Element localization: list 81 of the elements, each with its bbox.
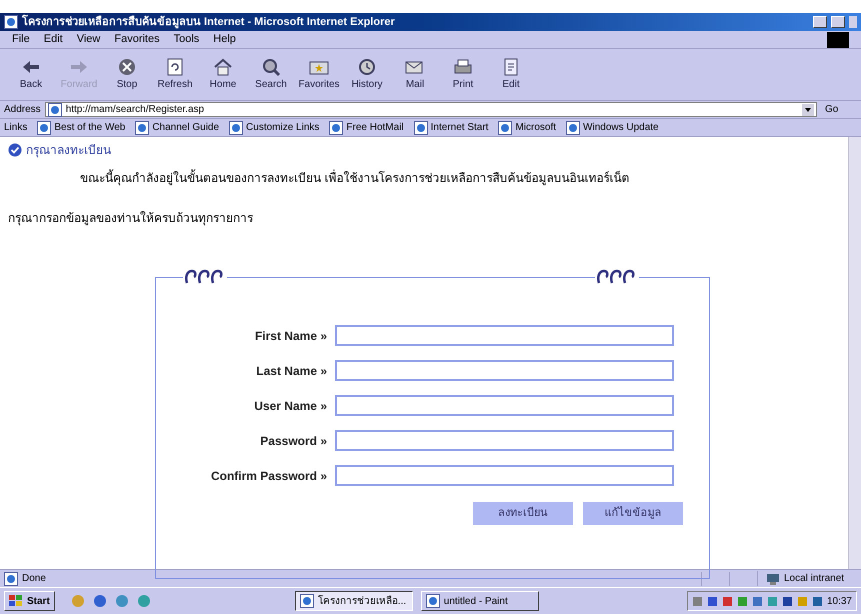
go-button[interactable]: Go: [821, 102, 857, 117]
link-item[interactable]: Best of the Web: [37, 120, 126, 135]
input-field[interactable]: [335, 430, 674, 451]
address-text: http://mam/search/Register.asp: [66, 103, 204, 117]
page-icon: [329, 120, 344, 134]
menu-item[interactable]: File: [12, 31, 30, 48]
quick-launch-icon[interactable]: [114, 594, 129, 608]
toolbar-button[interactable]: Print: [440, 57, 486, 92]
quick-launch-icon[interactable]: [92, 594, 107, 608]
menu-item[interactable]: View: [76, 31, 100, 48]
field-label: Last Name »: [255, 362, 328, 380]
toolbar-button[interactable]: Back: [8, 57, 54, 92]
menu-item[interactable]: Tools: [174, 31, 200, 48]
page-icon: [229, 120, 244, 134]
toolbar-button[interactable]: Mail: [392, 57, 438, 92]
field-label: Confirm Password »: [210, 468, 328, 484]
taskbar-button[interactable]: untitled - Paint: [420, 591, 539, 611]
maximize-button[interactable]: [831, 16, 845, 28]
quick-launch-icon[interactable]: [136, 594, 151, 608]
link-item[interactable]: Internet Start: [414, 120, 488, 135]
dropdown-icon[interactable]: [802, 104, 814, 116]
instruction-text: กรุณากรอกข้อมูลของท่านให้ครบถ้วนทุกรายการ: [8, 210, 254, 227]
page-icon: [135, 120, 150, 134]
page-icon: [48, 102, 62, 116]
input-field[interactable]: [335, 465, 674, 486]
input-field[interactable]: [335, 395, 674, 416]
tray-icon[interactable]: [706, 596, 718, 606]
menu-item[interactable]: Help: [213, 31, 236, 48]
page-icon: [4, 15, 18, 29]
home-icon: [212, 57, 234, 77]
search-icon: [260, 57, 282, 77]
minimize-button[interactable]: [813, 16, 827, 28]
field-label: First Name »: [254, 328, 328, 344]
clock-icon: [356, 57, 378, 77]
input-field[interactable]: [335, 325, 674, 346]
page-icon: [37, 120, 52, 134]
address-label: Address: [4, 103, 41, 117]
link-item[interactable]: Microsoft: [498, 120, 556, 135]
toolbar-button[interactable]: Edit: [488, 57, 534, 92]
tray-icon[interactable]: [722, 596, 733, 606]
toolbar-button[interactable]: Stop: [104, 57, 150, 92]
menu-item[interactable]: Favorites: [114, 31, 160, 48]
form-button[interactable]: ลงทะเบียน: [473, 502, 573, 525]
menu-item[interactable]: Edit: [44, 31, 63, 48]
intro-text: ขณะนี้คุณกำลังอยู่ในขั้นตอนของการลงทะเบียน เพื่อใช้งานโครงการช่วยเหลือการสืบค้นข้อมูลบนอินเทอร์เน็ต: [79, 169, 630, 187]
tray-icon[interactable]: [752, 596, 763, 606]
field-label: User Name »: [253, 398, 328, 414]
status-text: Done: [22, 572, 46, 586]
field-label: Password »: [259, 432, 328, 450]
page-icon: [426, 594, 440, 608]
tray-icon[interactable]: [812, 596, 823, 606]
links-label: Links: [4, 121, 28, 135]
page-icon: [498, 120, 512, 134]
clock: 10:37: [826, 594, 852, 608]
toolbar-button[interactable]: Home: [200, 57, 246, 92]
toolbar-button[interactable]: Favorites: [296, 57, 342, 92]
scrollbar[interactable]: [848, 137, 861, 569]
tray-icon[interactable]: [692, 596, 703, 606]
form-button[interactable]: แก้ไขข้อมูล: [583, 502, 683, 525]
toolbar-button[interactable]: History: [344, 57, 390, 92]
link-item[interactable]: Channel Guide: [135, 120, 220, 135]
page-heading: กรุณาลงทะเบียน: [26, 142, 111, 159]
page-icon: [566, 120, 580, 134]
network-icon: [766, 572, 780, 584]
link-item[interactable]: Windows Update: [566, 120, 659, 135]
toolbar-button[interactable]: Refresh: [152, 57, 198, 92]
address-field[interactable]: http://mam/search/Register.asp: [44, 102, 817, 117]
checkmark-icon: [8, 143, 22, 157]
tray-icon[interactable]: [782, 596, 793, 606]
zone-text: Local intranet: [784, 572, 844, 586]
link-item[interactable]: Customize Links: [229, 120, 320, 135]
taskbar-button[interactable]: โครงการช่วยเหลือ...: [294, 591, 413, 611]
page-icon: [300, 594, 314, 608]
toolbar-button[interactable]: Search: [248, 57, 294, 92]
window-title: โครงการช่วยเหลือการสืบค้นข้อมูลบน Internet - Microsoft Internet Explorer: [22, 14, 395, 30]
start-button[interactable]: Start: [4, 591, 55, 611]
page-icon: [414, 120, 428, 134]
input-field[interactable]: [335, 360, 674, 381]
quick-launch-icon[interactable]: [70, 594, 85, 608]
stop-icon: [116, 57, 138, 77]
link-item[interactable]: Free HotMail: [329, 120, 404, 135]
